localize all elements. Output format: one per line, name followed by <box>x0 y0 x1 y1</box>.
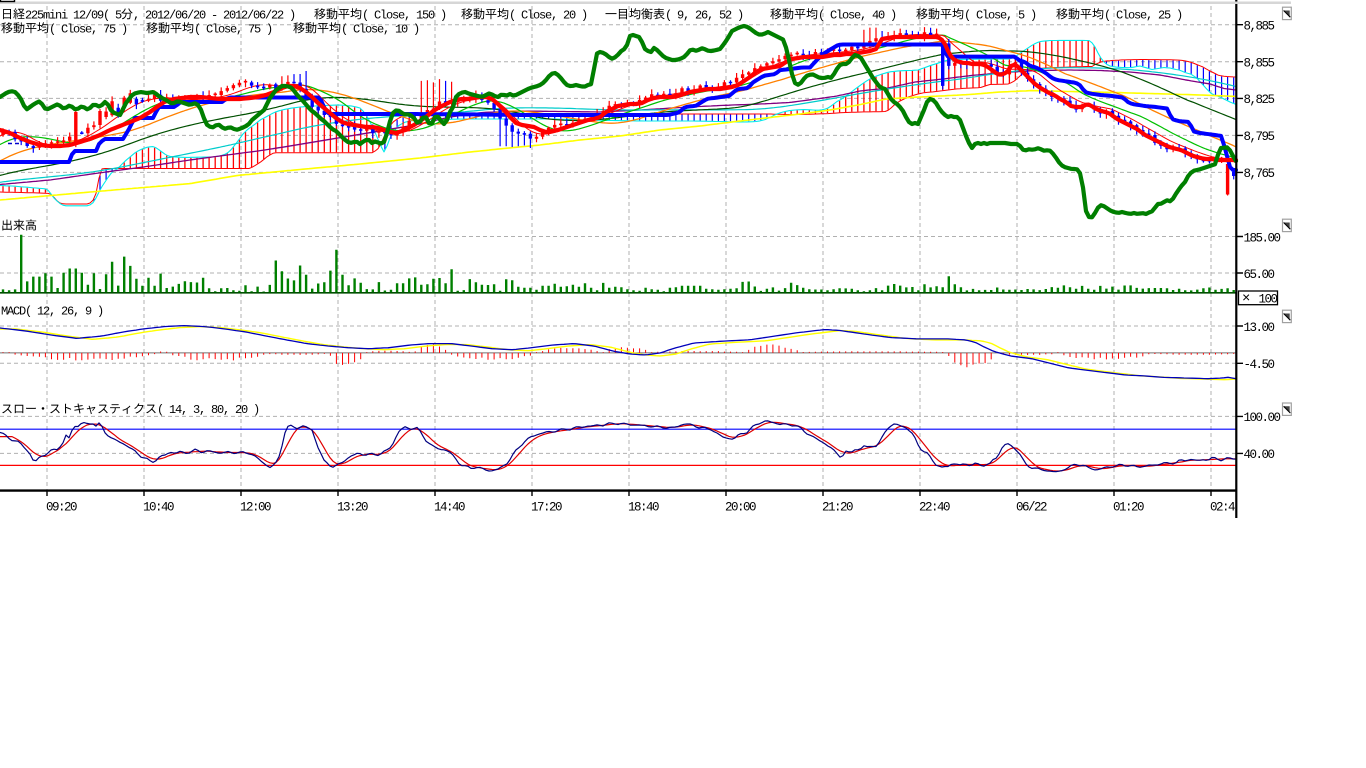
svg-text:22:40: 22:40 <box>919 501 950 515</box>
svg-text:225mini12/09(5: 225mini12/09(5 <box>25 8 122 22</box>
svg-text:18:40: 18:40 <box>628 501 659 515</box>
svg-text:8,855: 8,855 <box>1244 57 1275 71</box>
svg-text:09:20: 09:20 <box>46 501 77 515</box>
svg-text:14:40: 14:40 <box>434 501 465 515</box>
svg-text:MACD(12,26,9): MACD(12,26,9) <box>1 305 104 319</box>
svg-text:01:20: 01:20 <box>1113 501 1144 515</box>
svg-text:17:20: 17:20 <box>531 501 562 515</box>
svg-text:×: × <box>1242 291 1250 307</box>
svg-text:21:20: 21:20 <box>822 501 853 515</box>
svg-text:,2012/06/20-2012/06/22): ,2012/06/20-2012/06/22) <box>133 8 296 22</box>
svg-text:13.00: 13.00 <box>1244 321 1275 335</box>
svg-text:(Close,150): (Close,150) <box>362 8 447 22</box>
svg-text:65.00: 65.00 <box>1244 268 1275 282</box>
svg-text:12:00: 12:00 <box>240 501 271 515</box>
svg-text:100.00: 100.00 <box>1244 411 1281 425</box>
svg-text:-4.50: -4.50 <box>1244 358 1275 372</box>
svg-text:40.00: 40.00 <box>1244 448 1275 462</box>
svg-text:8,885: 8,885 <box>1244 20 1275 34</box>
svg-text:8,795: 8,795 <box>1244 130 1275 144</box>
svg-text:100: 100 <box>1259 293 1278 307</box>
svg-text:8,825: 8,825 <box>1244 93 1275 107</box>
svg-text:10:40: 10:40 <box>143 501 174 515</box>
svg-text:02:4: 02:4 <box>1210 501 1235 515</box>
svg-text:185.00: 185.00 <box>1244 231 1281 245</box>
svg-text:13:20: 13:20 <box>337 501 368 515</box>
svg-text:20:00: 20:00 <box>725 501 756 515</box>
svg-text:8,765: 8,765 <box>1244 167 1275 181</box>
svg-text:06/22: 06/22 <box>1016 501 1047 515</box>
